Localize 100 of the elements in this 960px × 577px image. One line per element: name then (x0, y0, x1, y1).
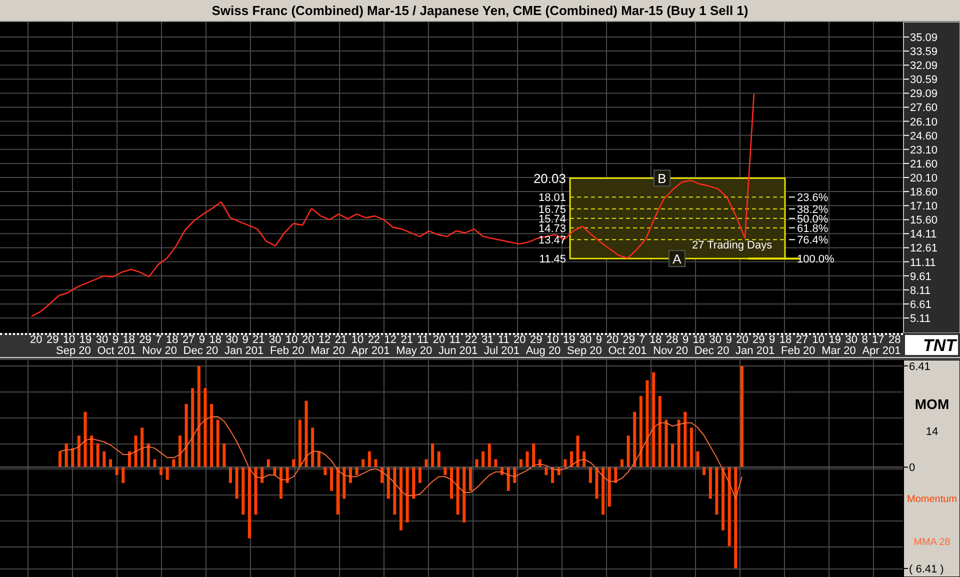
title-bar: Swiss Franc (Combined) Mar-15 / Japanese Yen, CME (Combined) Mar-15 (Buy 1 Sell 1) (0, 0, 960, 22)
day-label: 11 (498, 335, 510, 346)
month-label: Dec 20 (183, 346, 218, 357)
day-label: 9 (198, 335, 206, 346)
month-label: Feb 20 (781, 346, 816, 357)
price-tick-label: 17.10 (910, 200, 938, 213)
momentum-bar (677, 420, 680, 468)
axis-tick-label: 6.41 (909, 360, 930, 373)
momentum-bar (266, 459, 270, 468)
momentum-bar (582, 451, 586, 468)
momentum-bar (292, 459, 296, 468)
momentum-bar (273, 467, 276, 476)
momentum-bar (109, 459, 112, 468)
month-label: Jan 201 (736, 346, 775, 357)
low-point-label: A (668, 250, 686, 268)
momentum-bar (260, 467, 264, 483)
momentum-bar (386, 467, 390, 499)
momentum-bar (128, 451, 131, 468)
month-label: Aug 20 (526, 346, 561, 357)
day-label: 19 (828, 335, 842, 346)
price-label: 14.73 (538, 222, 566, 235)
momentum-bar (602, 467, 605, 515)
price-label: 16.75 (538, 204, 566, 216)
momentum-bar (424, 459, 428, 468)
momentum-bar (431, 443, 434, 468)
momentum-bar (122, 467, 125, 483)
momentum-bar (254, 467, 258, 515)
momentum-bar (702, 467, 706, 476)
momentum-bar (715, 467, 718, 515)
momentum-bar (210, 404, 214, 468)
momentum-bar (608, 467, 611, 507)
day-label: 9 (596, 335, 602, 346)
day-label: 9 (242, 335, 248, 346)
high-point-label: B (654, 170, 670, 187)
momentum-bar (134, 436, 138, 468)
day-label: 18 (209, 335, 222, 346)
momentum-bar (380, 467, 384, 483)
legend-label: Momentum (907, 494, 957, 505)
day-label: 20 (736, 335, 748, 346)
day-label: 30 (226, 335, 238, 346)
momentum-bar (722, 467, 725, 530)
price-label: 18.01 (538, 192, 566, 204)
momentum-bar (551, 467, 554, 483)
momentum-bar (172, 459, 176, 468)
price-tick-label: 20.10 (910, 172, 938, 184)
momentum-bar (84, 412, 87, 468)
momentum-bar (311, 428, 314, 468)
price-tick-label: 5.11 (910, 313, 931, 325)
momentum-bar (690, 428, 693, 468)
momentum-bar (506, 467, 510, 491)
day-label: 10 (285, 335, 298, 346)
momentum-bar (488, 443, 491, 468)
day-label: 11 (449, 335, 461, 346)
momentum-bar (576, 436, 580, 468)
duration-label: 27 Trading Days (692, 240, 772, 252)
day-label: 18 (122, 335, 135, 346)
momentum-bar (166, 467, 169, 480)
indicator-period: 14 (926, 426, 938, 438)
day-label: 30 (709, 335, 722, 346)
momentum-bar (90, 436, 94, 468)
month-label: Apr 201 (862, 346, 901, 357)
day-label: 18 (692, 335, 706, 346)
price-label: 11.45 (539, 254, 566, 266)
momentum-bar (595, 467, 598, 499)
month-label: Feb 20 (270, 346, 304, 357)
momentum-bar (564, 459, 567, 468)
price-tick-label: 26.10 (910, 116, 938, 128)
month-label: Jan 201 (224, 346, 264, 357)
percent-label: 100.0% (797, 254, 834, 266)
momentum-bar (557, 467, 560, 476)
price-tick-label: 23.10 (910, 144, 938, 156)
price-tick-label: 18.60 (910, 186, 938, 199)
day-label: 29 (46, 335, 59, 346)
month-label: Nov 20 (142, 346, 177, 357)
momentum-bar (468, 467, 472, 491)
momentum-bar (153, 459, 156, 468)
price-tick-label: 14.11 (910, 228, 937, 241)
day-label: 30 (579, 335, 592, 346)
momentum-bar (538, 459, 542, 468)
day-label: 11 (417, 335, 429, 346)
momentum-bar (184, 404, 188, 468)
day-label: 20 (606, 335, 618, 346)
momentum-bar (58, 451, 62, 468)
momentum-bar (614, 467, 618, 483)
day-label: 18 (779, 335, 792, 346)
day-label: 21 (252, 335, 265, 346)
momentum-bar (242, 467, 245, 515)
momentum-bar (115, 467, 118, 476)
momentum-bar (620, 459, 624, 468)
momentum-bar (708, 467, 712, 499)
momentum-bar (222, 443, 226, 468)
momentum-bar (482, 451, 485, 468)
momentum-bar (330, 467, 334, 491)
day-label: 29 (530, 335, 542, 346)
price-tick-label: 33.59 (910, 46, 938, 58)
momentum-bar (178, 436, 182, 468)
day-label: 9 (726, 335, 732, 346)
momentum-bar (450, 467, 453, 499)
momentum-bar (355, 467, 358, 476)
momentum-bar (684, 412, 687, 468)
